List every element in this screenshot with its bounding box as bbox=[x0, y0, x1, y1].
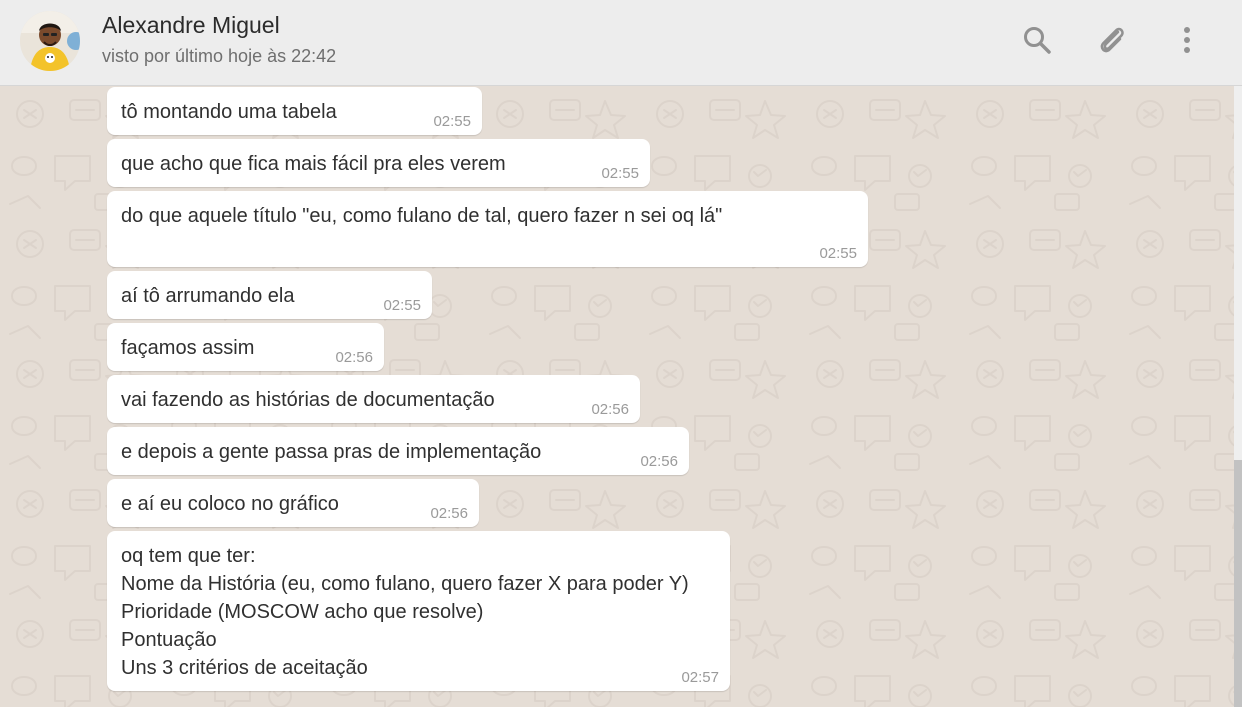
message-bubble[interactable]: oq tem que ter: Nome da História (eu, co… bbox=[107, 531, 730, 691]
message-timestamp: 02:56 bbox=[430, 505, 468, 522]
message-timestamp: 02:56 bbox=[591, 401, 629, 418]
message-timestamp: 02:55 bbox=[819, 245, 857, 262]
message-text: e depois a gente passa pras de implement… bbox=[121, 441, 542, 463]
chat-header: Alexandre Miguel visto por último hoje à… bbox=[0, 0, 1242, 86]
message-bubble[interactable]: e aí eu coloco no gráfico 02:56 bbox=[107, 479, 479, 527]
search-icon[interactable] bbox=[1021, 24, 1053, 56]
last-seen-status: visto por último hoje às 22:42 bbox=[102, 46, 337, 66]
kebab-menu-icon[interactable] bbox=[1171, 24, 1203, 56]
message-text: que acho que fica mais fácil pra eles ve… bbox=[121, 153, 506, 175]
message-text: oq tem que ter: Nome da História (eu, co… bbox=[121, 545, 689, 679]
message-bubble[interactable]: e depois a gente passa pras de implement… bbox=[107, 427, 689, 475]
message-text: do que aquele título "eu, como fulano de… bbox=[121, 205, 723, 227]
message-timestamp: 02:56 bbox=[335, 349, 373, 366]
message-timestamp: 02:55 bbox=[601, 165, 639, 182]
message-timestamp: 02:55 bbox=[433, 113, 471, 130]
message-text: vai fazendo as histórias de documentação bbox=[121, 389, 495, 411]
paperclip-icon[interactable] bbox=[1096, 24, 1128, 56]
message-timestamp: 02:57 bbox=[681, 669, 719, 686]
message-bubble[interactable]: do que aquele título "eu, como fulano de… bbox=[107, 191, 868, 267]
message-bubble[interactable]: façamos assim 02:56 bbox=[107, 323, 384, 371]
message-bubble[interactable]: tô montando uma tabela 02:55 bbox=[107, 87, 482, 135]
contact-avatar[interactable] bbox=[20, 11, 80, 71]
message-text: e aí eu coloco no gráfico bbox=[121, 493, 339, 515]
message-text: tô montando uma tabela bbox=[121, 101, 337, 123]
message-timestamp: 02:55 bbox=[383, 297, 421, 314]
scrollbar-thumb[interactable] bbox=[1234, 460, 1242, 707]
message-text: aí tô arrumando ela bbox=[121, 285, 295, 307]
message-bubble[interactable]: que acho que fica mais fácil pra eles ve… bbox=[107, 139, 650, 187]
message-list[interactable]: tô montando uma tabela 02:55 que acho qu… bbox=[0, 86, 1234, 707]
contact-name[interactable]: Alexandre Miguel bbox=[102, 12, 280, 39]
message-bubble[interactable]: aí tô arrumando ela 02:55 bbox=[107, 271, 432, 319]
message-bubble[interactable]: vai fazendo as histórias de documentação… bbox=[107, 375, 640, 423]
message-text: façamos assim bbox=[121, 337, 255, 359]
chat-scrollbar[interactable] bbox=[1234, 86, 1242, 707]
message-timestamp: 02:56 bbox=[640, 453, 678, 470]
